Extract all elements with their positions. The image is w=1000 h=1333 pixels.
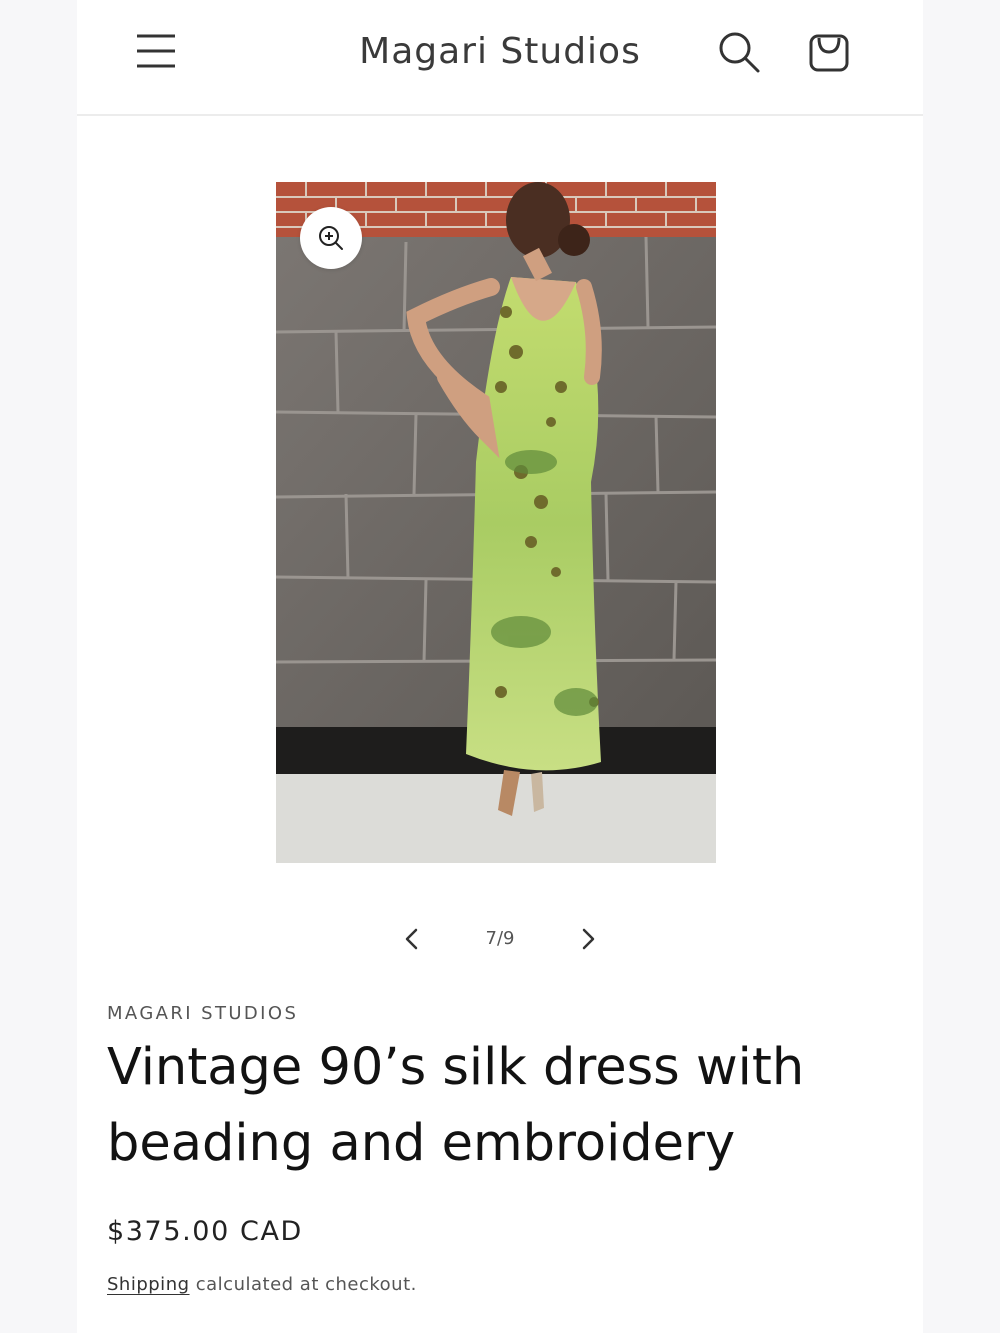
chevron-right-icon	[582, 928, 595, 950]
dress-photo	[276, 182, 716, 863]
store-name[interactable]: Magari Studios	[337, 28, 663, 76]
menu-button[interactable]	[133, 30, 179, 74]
product-title: Vintage 90’s silk dress with beading and…	[107, 1038, 805, 1173]
shopping-bag-icon	[809, 34, 849, 72]
gallery-slider-controls: 7/9	[383, 916, 617, 962]
zoom-button[interactable]	[300, 207, 362, 269]
product-vendor: MAGARI STUDIOS	[107, 1003, 299, 1024]
product-price: $375.00 CAD	[107, 1216, 303, 1247]
zoom-in-icon	[319, 226, 343, 250]
product-page: Magari Studios 7/9 MAGARI STUDIOS Vintag…	[77, 0, 923, 1333]
shipping-note-text: calculated at checkout.	[189, 1274, 417, 1295]
search-button[interactable]	[715, 28, 765, 78]
product-image[interactable]	[276, 182, 716, 863]
hamburger-menu-icon	[137, 34, 175, 68]
search-icon	[719, 32, 760, 73]
previous-slide-button[interactable]	[395, 922, 429, 956]
slide-counter: 7/9	[485, 928, 515, 949]
cart-button[interactable]	[803, 26, 855, 78]
shipping-link[interactable]: Shipping	[107, 1274, 190, 1295]
next-slide-button[interactable]	[571, 922, 605, 956]
chevron-left-icon	[405, 928, 418, 950]
shipping-note: Shipping calculated at checkout.	[107, 1274, 417, 1295]
site-header: Magari Studios	[77, 0, 923, 116]
